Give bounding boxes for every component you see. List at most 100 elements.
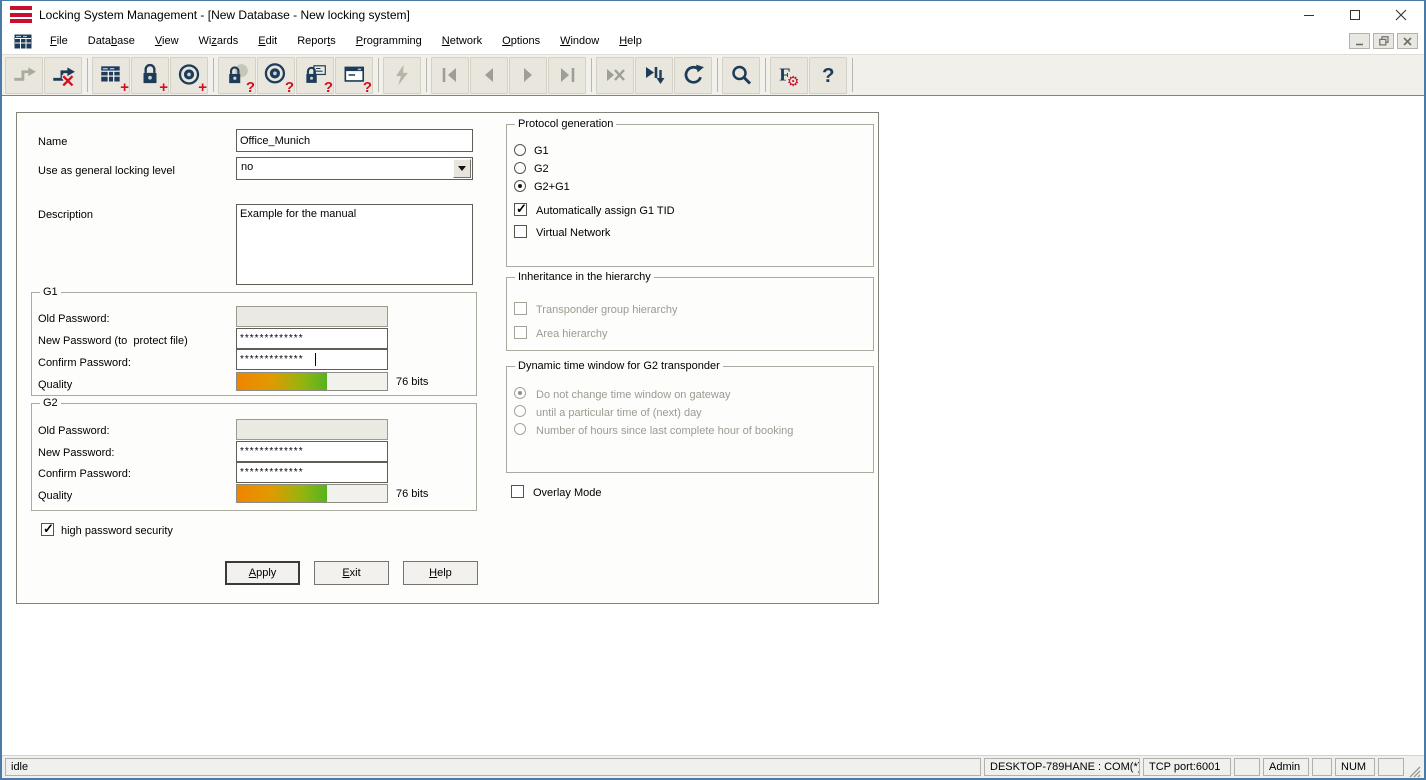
sync-arrows-icon[interactable]: [5, 57, 43, 94]
svg-text:⚙: ⚙: [787, 73, 800, 88]
inheritance-title: Inheritance in the hierarchy: [515, 270, 654, 284]
cancel-navigation-icon[interactable]: [596, 57, 634, 94]
high-password-security-checkbox[interactable]: [41, 523, 54, 536]
g2-new-password-label: New Password:: [38, 446, 114, 460]
g1-old-password-input: [236, 306, 388, 327]
high-password-security-label: high password security: [61, 524, 173, 538]
menu-file[interactable]: File: [40, 31, 78, 51]
protocol-g2-radio[interactable]: [514, 162, 526, 174]
description-textarea[interactable]: Example for the manual: [236, 204, 473, 285]
apply-button[interactable]: Apply: [225, 561, 300, 585]
g2-new-password-input[interactable]: *************: [236, 441, 388, 462]
nav-previous-icon[interactable]: [470, 57, 508, 94]
disconnect-icon[interactable]: ✕: [44, 57, 82, 94]
protocol-g1-radio[interactable]: [514, 144, 526, 156]
menu-edit[interactable]: Edit: [248, 31, 287, 51]
name-input[interactable]: [236, 129, 473, 152]
new-locking-system-icon[interactable]: +: [92, 57, 130, 94]
g1-confirm-password-value: *************: [240, 354, 304, 365]
program-flash-icon[interactable]: [383, 57, 421, 94]
g1-old-password-label: Old Password:: [38, 312, 110, 326]
status-empty-cell: [1312, 758, 1332, 776]
exit-button[interactable]: Exit: [314, 561, 389, 585]
menu-window[interactable]: Window: [550, 31, 609, 51]
auto-assign-g1-tid-checkbox[interactable]: [514, 203, 527, 216]
g1-quality-bits: 76 bits: [396, 375, 428, 389]
locking-system-properties-form: Name Use as general locking level no Des…: [16, 112, 879, 604]
menu-options[interactable]: Options: [492, 31, 550, 51]
status-connection: DESKTOP-789HANE : COM(*): [984, 758, 1140, 776]
filter-settings-icon[interactable]: F⚙: [770, 57, 808, 94]
menu-programming[interactable]: Programming: [346, 31, 432, 51]
combo-dropdown-icon[interactable]: [453, 159, 471, 178]
g2-quality-bar-fill: [237, 485, 327, 502]
read-lock-network-icon[interactable]: ?: [296, 57, 334, 94]
read-window-icon[interactable]: ?: [335, 57, 373, 94]
no-change-time-window-label: Do not change time window on gateway: [536, 388, 730, 402]
menu-network[interactable]: Network: [432, 31, 492, 51]
menu-view[interactable]: View: [145, 31, 189, 51]
g2-new-password-value: *************: [240, 446, 304, 457]
menu-help[interactable]: Help: [609, 31, 652, 51]
app-window: Locking System Management - [New Databas…: [0, 0, 1426, 780]
until-particular-time-radio: [514, 405, 526, 417]
mdi-minimize-icon[interactable]: [1349, 33, 1370, 49]
general-locking-level-select[interactable]: no: [236, 157, 473, 180]
g1-quality-bar-fill: [237, 373, 327, 390]
protocol-g2g1-radio[interactable]: [514, 180, 526, 192]
g2-confirm-password-value: *************: [240, 467, 304, 478]
area-hierarchy-checkbox: [514, 326, 527, 339]
g2-quality-bar: [236, 484, 388, 503]
hours-since-booking-radio: [514, 423, 526, 435]
protocol-g2g1-label: G2+G1: [534, 180, 570, 194]
nav-first-icon[interactable]: [431, 57, 469, 94]
g2-confirm-password-input[interactable]: *************: [236, 462, 388, 483]
virtual-network-checkbox[interactable]: [514, 225, 527, 238]
mdi-close-icon[interactable]: [1397, 33, 1418, 49]
close-icon[interactable]: [1378, 1, 1424, 28]
g1-new-password-input[interactable]: *************: [236, 328, 388, 349]
description-label: Description: [38, 208, 93, 222]
toolbar-separator: [717, 58, 718, 92]
maximize-icon[interactable]: [1332, 1, 1378, 28]
goto-record-icon[interactable]: [635, 57, 673, 94]
status-num-lock: NUM: [1335, 758, 1375, 776]
transponder-group-hierarchy-label: Transponder group hierarchy: [536, 303, 677, 317]
mdi-restore-icon[interactable]: [1373, 33, 1394, 49]
virtual-network-label: Virtual Network: [536, 226, 610, 240]
mdi-window-controls: [1349, 33, 1418, 49]
g1-confirm-password-input[interactable]: *************: [236, 349, 388, 370]
overlay-mode-checkbox[interactable]: [511, 485, 524, 498]
window-title: Locking System Management - [New Databas…: [39, 8, 410, 22]
toolbar-separator: [591, 58, 592, 92]
g2-quality-label: Quality: [38, 489, 72, 503]
new-transponder-icon[interactable]: +: [170, 57, 208, 94]
new-lock-icon[interactable]: +: [131, 57, 169, 94]
status-empty-cell: [1234, 758, 1260, 776]
nav-next-icon[interactable]: [509, 57, 547, 94]
help-button[interactable]: Help: [403, 561, 478, 585]
read-transponder-icon[interactable]: ?: [257, 57, 295, 94]
nav-last-icon[interactable]: [548, 57, 586, 94]
app-logo-icon: [10, 6, 32, 23]
g1-quality-bar: [236, 372, 388, 391]
document-system-icon[interactable]: [14, 34, 32, 49]
resize-grip-icon[interactable]: [1407, 764, 1421, 778]
help-icon[interactable]: ?: [809, 57, 847, 94]
toolbar-separator: [852, 58, 853, 92]
refresh-icon[interactable]: [674, 57, 712, 94]
name-label: Name: [38, 135, 67, 149]
title-bar: Locking System Management - [New Databas…: [2, 1, 1424, 28]
g1-quality-label: Quality: [38, 378, 72, 392]
no-change-time-window-radio: [514, 387, 526, 399]
menu-wizards[interactable]: Wizards: [189, 31, 249, 51]
search-icon[interactable]: [722, 57, 760, 94]
protocol-generation-title: Protocol generation: [515, 117, 616, 131]
g2-group-title: G2: [40, 396, 61, 410]
menu-database[interactable]: Database: [78, 31, 145, 51]
toolbar-separator: [378, 58, 379, 92]
minimize-icon[interactable]: [1286, 1, 1332, 28]
menu-reports[interactable]: Reports: [287, 31, 346, 51]
read-lock-icon[interactable]: ?: [218, 57, 256, 94]
g2-old-password-label: Old Password:: [38, 424, 110, 438]
